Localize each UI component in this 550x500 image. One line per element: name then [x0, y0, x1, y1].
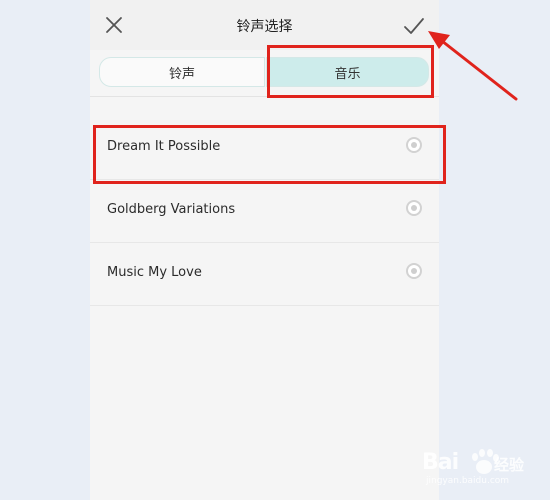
tab-bar: 铃声 音乐 [90, 50, 439, 97]
song-title: Goldberg Variations [107, 202, 236, 217]
list-item[interactable]: Music My Love [90, 243, 439, 306]
tab-ringtone[interactable]: 铃声 [99, 57, 265, 87]
list-item[interactable]: Dream It Possible [90, 117, 439, 180]
close-icon [106, 17, 122, 33]
confirm-button[interactable] [402, 14, 426, 38]
header-bar: 铃声选择 [90, 0, 439, 50]
ringtone-selection-screen: 铃声选择 铃声 音乐 Dream It Possible Goldberg Va… [90, 0, 439, 500]
paw-icon [472, 449, 499, 474]
song-title: Music My Love [107, 265, 202, 280]
list-item[interactable]: Goldberg Variations [90, 180, 439, 243]
check-icon [404, 18, 424, 34]
page-title: 铃声选择 [236, 19, 293, 35]
close-button[interactable] [102, 13, 126, 37]
radio-button[interactable] [406, 137, 422, 153]
radio-button[interactable] [406, 200, 422, 216]
radio-button[interactable] [406, 263, 422, 279]
song-title: Dream It Possible [107, 139, 221, 154]
song-list: Dream It Possible Goldberg Variations Mu… [90, 117, 439, 306]
tab-music[interactable]: 音乐 [266, 57, 429, 87]
watermark-brand-cn: 经验 [494, 456, 525, 474]
